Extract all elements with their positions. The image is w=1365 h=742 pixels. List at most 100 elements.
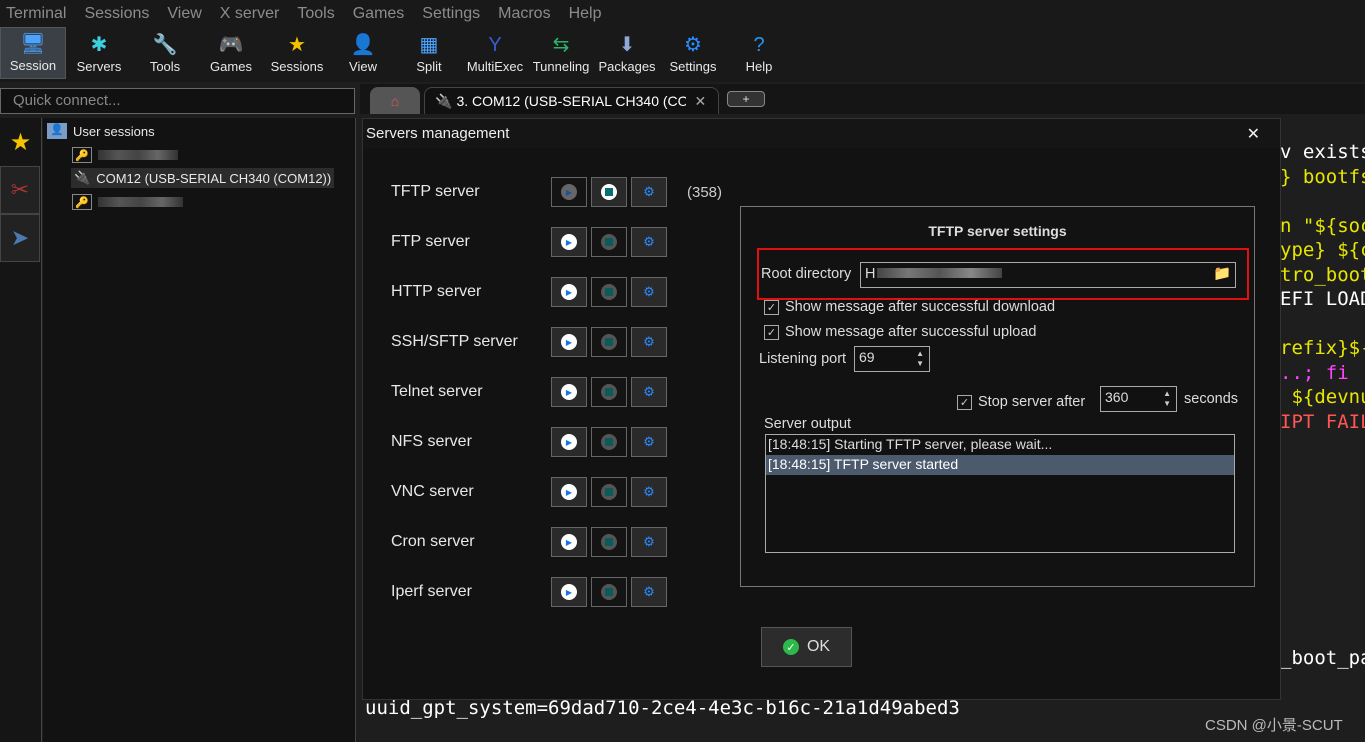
menu-help[interactable]: Help [569,5,602,23]
server-row: NFS server ▶ ⚙ [391,427,671,457]
folder-icon[interactable]: 📁 [1213,265,1231,282]
stop-server-button[interactable] [591,377,627,407]
stop-after-spinner[interactable]: 360 ▲ ▼ [1100,386,1177,412]
stop-server-checkbox[interactable]: ✓ Stop server after [957,394,1085,410]
root-directory-label: Root directory [761,266,852,282]
play-icon: ▶ [561,184,577,200]
gear-icon: ⚙ [684,34,702,56]
stop-server-button[interactable] [591,277,627,307]
toolbar-view-button[interactable]: 👤 View [330,27,396,79]
stop-server-button[interactable] [591,177,627,207]
terminal-line: ${devnu [1280,386,1365,408]
session-item[interactable]: 🔑 [72,147,178,163]
toolbar-multiexec-button[interactable]: Y MultiExec [462,27,528,79]
root-directory-input[interactable]: H 📁 [860,262,1236,288]
server-settings-button[interactable]: ⚙ [631,177,667,207]
start-server-button[interactable]: ▶ [551,227,587,257]
menu-view[interactable]: View [167,5,201,23]
start-server-button[interactable]: ▶ [551,427,587,457]
gears-icon: ⚙ [643,234,655,249]
toolbar-servers-button[interactable]: ✱ Servers [66,27,132,79]
toolbar-session-button[interactable]: 🖥 Session [0,27,66,79]
server-settings-button[interactable]: ⚙ [631,527,667,557]
menu-sessions[interactable]: Sessions [84,5,149,23]
server-output-list[interactable]: [18:48:15] Starting TFTP server, please … [765,434,1235,553]
server-settings-button[interactable]: ⚙ [631,427,667,457]
toolbar-help-button[interactable]: ? Help [726,27,792,79]
toolbar-settings-button[interactable]: ⚙ Settings [660,27,726,79]
new-tab-button[interactable]: + [727,91,765,107]
home-tab[interactable]: ⌂ [370,87,420,114]
menu-terminal[interactable]: Terminal [6,5,66,23]
menu-tools[interactable]: Tools [297,5,334,23]
toolbar-games-button[interactable]: 🎮 Games [198,27,264,79]
server-row: TFTP server ▶ ⚙ (358) [391,177,722,207]
start-server-button[interactable]: ▶ [551,527,587,557]
star-icon[interactable]: ★ [0,118,41,166]
start-server-button[interactable]: ▶ [551,477,587,507]
stop-server-button[interactable] [591,427,627,457]
checkbox-icon: ✓ [764,324,779,340]
server-name: VNC server [391,483,474,500]
toolbar-split-button[interactable]: ▦ Split [396,27,462,79]
serial-plug-icon: 🔌 [74,170,91,185]
toolbar-label: Help [745,59,773,74]
listening-port-spinner[interactable]: 69 ▲ ▼ [854,346,930,372]
session-label: COM12 (USB-SERIAL CH340 (COM12)) [96,170,332,186]
server-name: SSH/SFTP server [391,333,518,350]
server-settings-button[interactable]: ⚙ [631,227,667,257]
tab-close-icon[interactable]: ✕ [694,93,706,110]
show-download-checkbox[interactable]: ✓ Show message after successful download [764,299,1055,315]
session-item[interactable]: 🔑 [72,194,183,210]
play-icon: ▶ [561,434,577,450]
terminal-line: } bootfs [1280,165,1365,188]
stop-icon [601,234,617,250]
stop-icon [601,284,617,300]
toolbar-packages-button[interactable]: ⬇ Packages [594,27,660,79]
toolbar: 🖥 Session ✱ Servers 🔧 Tools 🎮 Games ★ Sessions 👤 Vi… [0,27,1365,82]
toolbar-sessions-button[interactable]: ★ Sessions [264,27,330,79]
tab-com12[interactable]: 🔌 3. COM12 (USB-SERIAL CH340 (COM ✕ [424,87,719,114]
stop-server-button[interactable] [591,327,627,357]
play-icon: ▶ [561,384,577,400]
stop-icon [601,434,617,450]
stop-server-button[interactable] [591,227,627,257]
ok-button[interactable]: ✓ OK [761,627,852,667]
gears-icon: ⚙ [643,184,655,199]
menu-games[interactable]: Games [353,5,405,23]
send-icon[interactable]: ➤ [0,214,40,262]
show-upload-checkbox[interactable]: ✓ Show message after successful upload [764,324,1036,340]
toolbar-label: Tools [149,59,181,74]
tools-knife-icon[interactable]: ✂ [0,166,40,214]
stop-server-button[interactable] [591,577,627,607]
user-sessions-folder[interactable]: 👤 User sessions [47,123,155,139]
stop-server-button[interactable] [591,477,627,507]
server-settings-button[interactable]: ⚙ [631,277,667,307]
start-server-button[interactable]: ▶ [551,277,587,307]
menu-xserver[interactable]: X server [220,5,280,23]
menu-settings[interactable]: Settings [422,5,480,23]
server-settings-button[interactable]: ⚙ [631,577,667,607]
server-settings-button[interactable]: ⚙ [631,377,667,407]
session-item-com12[interactable]: 🔌 COM12 (USB-SERIAL CH340 (COM12)) [71,168,335,188]
menu-macros[interactable]: Macros [498,5,550,23]
quick-connect-input[interactable]: Quick connect... [0,88,355,114]
start-server-button[interactable]: ▶ [551,377,587,407]
toolbar-label: Servers [76,59,122,74]
server-settings-button[interactable]: ⚙ [631,477,667,507]
spinner-arrows-icon[interactable]: ▲ ▼ [916,349,924,369]
tftp-settings-panel: TFTP server settings Root directory H 📁 … [740,206,1255,587]
start-server-button[interactable]: ▶ [551,177,587,207]
toolbar-tools-button[interactable]: 🔧 Tools [132,27,198,79]
sessions-sidebar: 👤 User sessions 🔑 🔌 COM12 (USB-SERIAL CH34… [43,118,356,742]
spinner-arrows-icon[interactable]: ▲ ▼ [1163,389,1171,409]
start-server-button[interactable]: ▶ [551,577,587,607]
stop-server-button[interactable] [591,527,627,557]
toolbar-tunneling-button[interactable]: ⇆ Tunneling [528,27,594,79]
toolbar-label: Session [9,58,57,73]
start-server-button[interactable]: ▶ [551,327,587,357]
close-icon[interactable]: ✕ [1247,124,1260,144]
server-settings-button[interactable]: ⚙ [631,327,667,357]
checkbox-icon: ✓ [764,299,779,315]
